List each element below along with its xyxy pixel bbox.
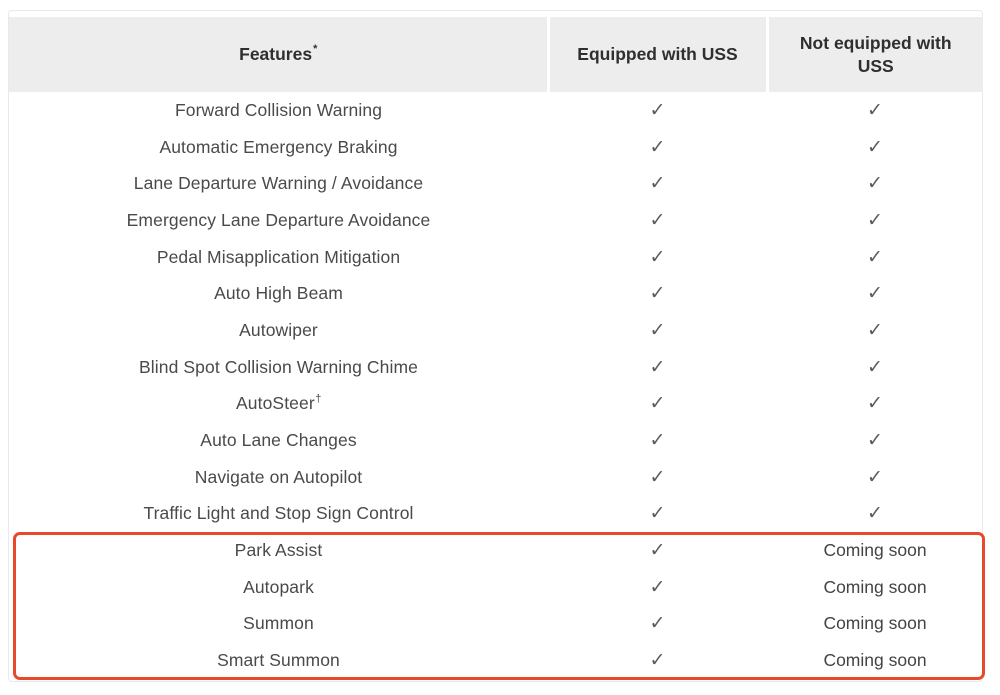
table-row: Auto High Beam ✓✓ (9, 275, 983, 312)
feature-name-label: Smart Summon (217, 650, 340, 670)
equipped-with-uss-cell: ✓ (548, 165, 767, 202)
equipped-with-uss-cell: ✓ (548, 532, 767, 569)
feature-name-label: Automatic Emergency Braking (159, 137, 397, 157)
feature-name-cell: Park Assist (9, 532, 548, 569)
feature-name-cell: Pedal Misapplication Mitigation (9, 239, 548, 276)
feature-name-cell: Autowiper (9, 312, 548, 349)
page-root: Features* Equipped with USS Not equipped… (0, 0, 1000, 695)
table-row: Autopark ✓Coming soon (9, 569, 983, 606)
feature-name-label: Forward Collision Warning (175, 100, 382, 120)
column-header-not-equipped-with-uss-label: Not equipped with USS (800, 33, 952, 75)
feature-name-label: Auto High Beam (214, 283, 343, 303)
feature-name-cell: Summon (9, 606, 548, 643)
not-equipped-with-uss-status-cell: Coming soon (767, 642, 983, 679)
table-header: Features* Equipped with USS Not equipped… (9, 17, 983, 92)
feature-dagger-superscript: † (315, 393, 321, 405)
column-header-features-label: Features (239, 44, 312, 64)
not-equipped-with-uss-cell: ✓ (767, 202, 983, 239)
not-equipped-with-uss-cell: ✓ (767, 459, 983, 496)
column-header-features: Features* (9, 17, 548, 92)
equipped-with-uss-cell: ✓ (548, 202, 767, 239)
feature-name-label: Blind Spot Collision Warning Chime (139, 357, 418, 377)
table-row: Summon ✓Coming soon (9, 606, 983, 643)
table-row: Blind Spot Collision Warning Chime ✓✓ (9, 349, 983, 386)
equipped-with-uss-cell: ✓ (548, 606, 767, 643)
table-row: Smart Summon ✓Coming soon (9, 642, 983, 679)
not-equipped-with-uss-cell: ✓ (767, 312, 983, 349)
equipped-with-uss-cell: ✓ (548, 239, 767, 276)
table-row: Park Assist ✓Coming soon (9, 532, 983, 569)
feature-name-cell: AutoSteer† (9, 386, 548, 423)
equipped-with-uss-cell: ✓ (548, 422, 767, 459)
table-row: Lane Departure Warning / Avoidance ✓✓ (9, 165, 983, 202)
feature-name-label: Navigate on Autopilot (195, 467, 363, 487)
feature-name-cell: Traffic Light and Stop Sign Control (9, 496, 548, 533)
not-equipped-with-uss-cell: ✓ (767, 275, 983, 312)
features-asterisk-superscript: * (313, 43, 317, 55)
feature-name-label: Lane Departure Warning / Avoidance (134, 173, 423, 193)
table-row: Automatic Emergency Braking ✓✓ (9, 129, 983, 166)
not-equipped-with-uss-status-cell: Coming soon (767, 569, 983, 606)
table-row: AutoSteer†✓✓ (9, 386, 983, 423)
feature-name-cell: Emergency Lane Departure Avoidance (9, 202, 548, 239)
not-equipped-with-uss-cell: ✓ (767, 349, 983, 386)
feature-name-label: Autowiper (239, 320, 318, 340)
feature-name-label: AutoSteer (236, 393, 315, 413)
equipped-with-uss-cell: ✓ (548, 312, 767, 349)
equipped-with-uss-cell: ✓ (548, 275, 767, 312)
feature-name-cell: Blind Spot Collision Warning Chime (9, 349, 548, 386)
feature-name-label: Summon (243, 613, 314, 633)
equipped-with-uss-cell: ✓ (548, 496, 767, 533)
table-row: Forward Collision Warning ✓✓ (9, 92, 983, 129)
feature-name-label: Autopark (243, 577, 314, 597)
not-equipped-with-uss-cell: ✓ (767, 92, 983, 129)
not-equipped-with-uss-cell: ✓ (767, 165, 983, 202)
equipped-with-uss-cell: ✓ (548, 92, 767, 129)
not-equipped-with-uss-cell: ✓ (767, 386, 983, 423)
not-equipped-with-uss-cell: ✓ (767, 496, 983, 533)
table-row: Emergency Lane Departure Avoidance ✓✓ (9, 202, 983, 239)
table-header-row: Features* Equipped with USS Not equipped… (9, 17, 983, 92)
feature-name-cell: Auto Lane Changes (9, 422, 548, 459)
feature-name-label: Emergency Lane Departure Avoidance (127, 210, 431, 230)
equipped-with-uss-cell: ✓ (548, 642, 767, 679)
equipped-with-uss-cell: ✓ (548, 349, 767, 386)
not-equipped-with-uss-cell: ✓ (767, 129, 983, 166)
not-equipped-with-uss-cell: ✓ (767, 422, 983, 459)
column-header-not-equipped-with-uss: Not equipped with USS (767, 17, 983, 92)
equipped-with-uss-cell: ✓ (548, 569, 767, 606)
table-body: Forward Collision Warning✓✓Automatic Eme… (9, 92, 983, 679)
table-row: Traffic Light and Stop Sign Control ✓✓ (9, 496, 983, 533)
equipped-with-uss-cell: ✓ (548, 129, 767, 166)
table-row: Autowiper ✓✓ (9, 312, 983, 349)
feature-comparison-table: Features* Equipped with USS Not equipped… (9, 17, 983, 679)
feature-name-label: Auto Lane Changes (200, 430, 356, 450)
column-header-equipped-with-uss: Equipped with USS (548, 17, 767, 92)
feature-name-label: Park Assist (235, 540, 323, 560)
feature-name-cell: Automatic Emergency Braking (9, 129, 548, 166)
not-equipped-with-uss-status-cell: Coming soon (767, 606, 983, 643)
equipped-with-uss-cell: ✓ (548, 459, 767, 496)
table-row: Auto Lane Changes ✓✓ (9, 422, 983, 459)
feature-name-cell: Lane Departure Warning / Avoidance (9, 165, 548, 202)
table-row: Pedal Misapplication Mitigation ✓✓ (9, 239, 983, 276)
feature-name-cell: Auto High Beam (9, 275, 548, 312)
feature-name-cell: Autopark (9, 569, 548, 606)
feature-name-cell: Smart Summon (9, 642, 548, 679)
equipped-with-uss-cell: ✓ (548, 386, 767, 423)
column-header-equipped-with-uss-label: Equipped with USS (577, 44, 737, 64)
feature-name-cell: Navigate on Autopilot (9, 459, 548, 496)
not-equipped-with-uss-status-cell: Coming soon (767, 532, 983, 569)
feature-name-label: Pedal Misapplication Mitigation (157, 247, 400, 267)
not-equipped-with-uss-cell: ✓ (767, 239, 983, 276)
table-row: Navigate on Autopilot ✓✓ (9, 459, 983, 496)
feature-name-cell: Forward Collision Warning (9, 92, 548, 129)
feature-name-label: Traffic Light and Stop Sign Control (143, 503, 413, 523)
